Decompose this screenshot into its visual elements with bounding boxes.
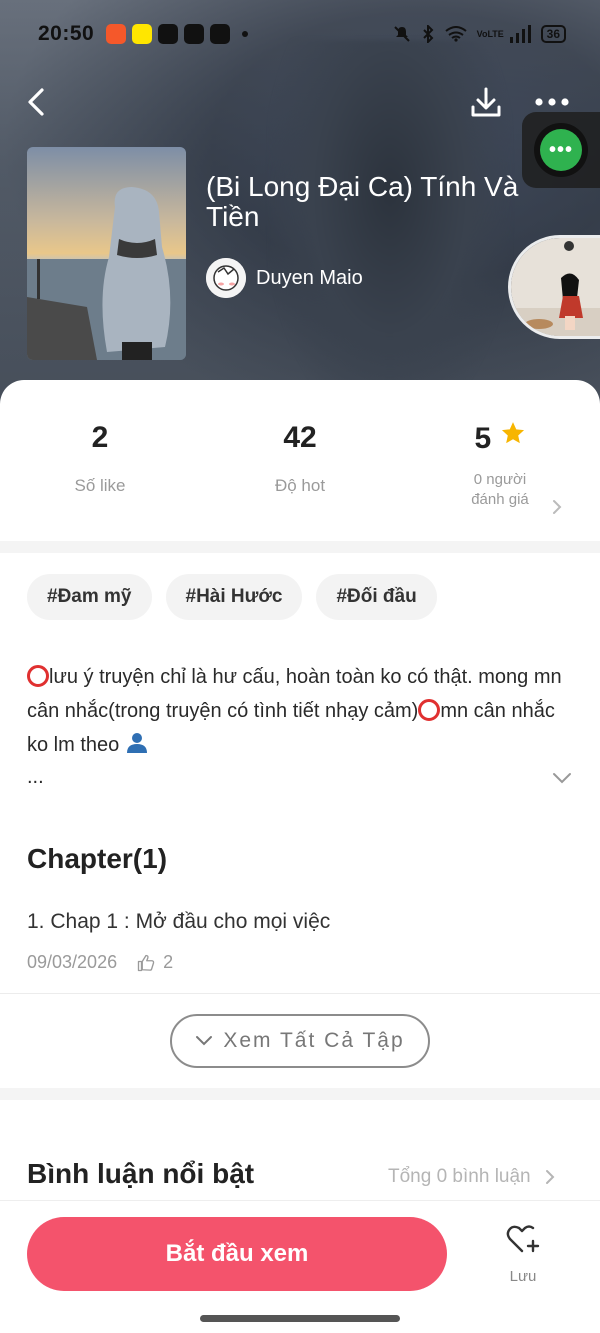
start-reading-button[interactable]: Bắt đầu xem: [27, 1217, 447, 1291]
battery-indicator: 36: [540, 25, 566, 43]
chapter-likes: 2: [137, 952, 173, 973]
chapter-item-title[interactable]: 1. Chap 1 : Mở đầu cho mọi việc: [27, 910, 330, 934]
red-circle-icon: [418, 699, 441, 721]
rating-chevron-right-icon[interactable]: [551, 498, 563, 516]
download-icon: [471, 87, 501, 117]
heart-plus-icon: [506, 1225, 540, 1253]
status-app-icons: [106, 24, 249, 44]
more-dots-icon: [535, 98, 569, 106]
hot-label: Độ hot: [274, 476, 326, 495]
save-button[interactable]: Lưu: [490, 1223, 556, 1285]
chevron-left-icon: [28, 88, 44, 116]
status-bar: 20:50 VoLTE 36: [0, 0, 600, 68]
rating-value-row: 5: [400, 420, 600, 456]
rating-label-line2: đánh giá: [471, 491, 529, 508]
tag-hai-huoc[interactable]: #Hài Hước: [165, 574, 303, 620]
story-title: (Bi Long Đại Ca) Tính Và Tiền: [206, 171, 519, 232]
hot-count: 42: [283, 421, 317, 454]
status-indicators: VoLTE 36: [393, 25, 566, 43]
stat-rating[interactable]: 5 0 người đánh giá: [400, 420, 600, 510]
rating-label-line1: 0 người: [473, 471, 527, 488]
person-icon: [126, 733, 147, 753]
floating-bubble-ring: •••: [534, 123, 588, 177]
lemon8-icon: [132, 24, 153, 44]
tag-dam-my[interactable]: #Đam mỹ: [27, 574, 152, 620]
tag-doi-dau[interactable]: #Đối đầu: [316, 574, 437, 620]
signal-icon: [509, 25, 531, 43]
description-ellipsis: ...: [27, 766, 44, 788]
cover-illustration: [27, 147, 186, 360]
chapter-item-meta: 09/03/2026 2: [27, 952, 173, 973]
story-cover-image[interactable]: [27, 147, 186, 360]
featured-comments-title: Bình luận nổi bật: [27, 1158, 255, 1189]
shopee-icon: [106, 24, 127, 44]
author-link[interactable]: Duyen Maio: [206, 258, 363, 298]
thumbs-up-icon: [137, 954, 155, 971]
story-description: lưu ý truyện chỉ là hư cấu, hoàn toàn ko…: [27, 660, 572, 762]
download-button[interactable]: [464, 80, 508, 124]
rating-count-label: 0 người đánh giá: [400, 470, 600, 510]
chapter-date: 09/03/2026: [27, 952, 118, 972]
tiktok-icon: [158, 24, 179, 44]
tag-list: #Đam mỹ #Hài Hước #Đối đầu: [27, 574, 437, 620]
threads-icon: [210, 24, 231, 44]
status-time: 20:50: [38, 22, 95, 45]
bluetooth-icon: [422, 25, 434, 43]
star-icon: [501, 422, 524, 444]
rating-value: 5: [474, 422, 492, 455]
chevron-down-icon: [196, 1036, 213, 1046]
author-avatar: [206, 258, 246, 298]
hero-header: 20:50 VoLTE 36 ••• (Bi Long Đại Ca) Tính…: [0, 0, 600, 420]
notification-dot-icon: [242, 31, 249, 37]
stat-hot: 42 Độ hot: [200, 420, 400, 496]
capcut-icon: [184, 24, 205, 44]
volte-label: VoLTE: [476, 28, 504, 39]
floating-video-thumbnail[interactable]: [508, 235, 600, 339]
chapter-divider: [0, 993, 600, 994]
floating-chat-icon: •••: [540, 129, 582, 171]
stat-likes: 2 Số like: [0, 420, 200, 496]
comments-total-link[interactable]: Tổng 0 bình luận: [388, 1166, 555, 1188]
expand-chevron-down-icon[interactable]: [550, 770, 574, 786]
comments-total-label: Tổng 0 bình luận: [388, 1166, 531, 1187]
back-button[interactable]: [14, 80, 58, 124]
stats-row: 2 Số like 42 Độ hot 5 0 người đánh giá: [0, 420, 600, 520]
bottom-action-bar: Bắt đầu xem Lưu: [0, 1200, 600, 1333]
author-name: Duyen Maio: [256, 266, 363, 289]
section-divider: [0, 1088, 600, 1100]
mute-icon: [393, 26, 410, 42]
red-circle-icon: [27, 665, 49, 687]
likes-label: Số like: [74, 476, 126, 495]
see-all-label: Xem Tất Cả Tập: [223, 1029, 405, 1052]
chapter-likes-count: 2: [163, 952, 174, 972]
see-all-chapters-button[interactable]: Xem Tất Cả Tập: [170, 1014, 430, 1068]
thumbnail-illustration: [511, 238, 600, 336]
home-indicator[interactable]: [200, 1315, 400, 1322]
save-label: Lưu: [509, 1268, 537, 1285]
avatar-illustration: [206, 258, 246, 298]
section-divider: [0, 541, 600, 553]
chevron-right-icon: [545, 1170, 555, 1184]
wifi-icon: [445, 26, 467, 42]
likes-count: 2: [91, 421, 109, 454]
chapter-section-title: Chapter(1): [27, 843, 168, 874]
